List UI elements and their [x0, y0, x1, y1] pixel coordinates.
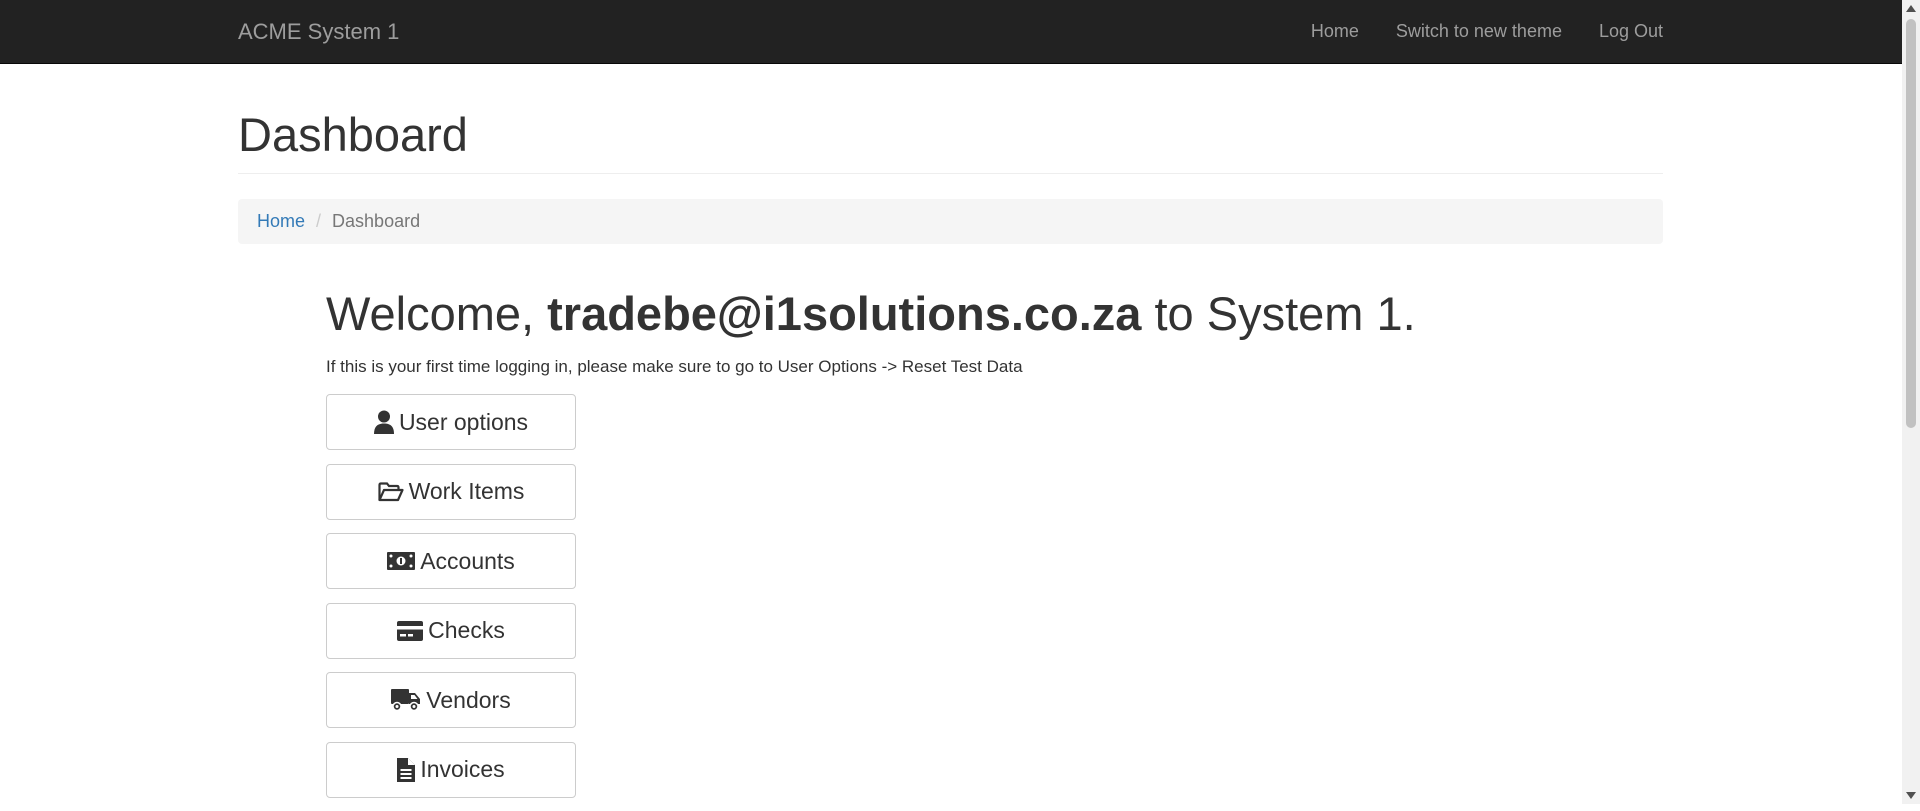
page-title: Dashboard [238, 108, 468, 161]
top-navbar: ACME System 1 Home Switch to new theme L… [0, 0, 1902, 64]
user-options-button[interactable]: User options [326, 394, 576, 450]
breadcrumb: Home / Dashboard [238, 199, 1663, 244]
invoices-button[interactable]: Invoices [326, 741, 576, 798]
brand-link[interactable]: ACME System 1 [238, 0, 399, 63]
user-options-label: User options [398, 408, 529, 435]
title-divider [238, 173, 1663, 174]
scroll-up-arrow-icon[interactable] [1902, 0, 1920, 17]
breadcrumb-home-link[interactable]: Home [257, 211, 305, 232]
vertical-scrollbar[interactable] [1902, 0, 1920, 804]
welcome-user-email: tradebe@i1solutions.co.za [547, 287, 1142, 340]
welcome-prefix: Welcome, [326, 287, 548, 340]
file-text-icon [397, 757, 416, 782]
invoices-label: Invoices [420, 756, 505, 782]
work-items-button[interactable]: Work Items [326, 463, 576, 520]
breadcrumb-separator: / [316, 211, 322, 231]
nav-links: Home Switch to new theme Log Out [1274, 0, 1663, 63]
dashboard-button-list: User options Work Items Accounts Checks … [326, 394, 576, 811]
nav-switch-theme-link[interactable]: Switch to new theme [1359, 0, 1562, 63]
money-bill-icon [387, 552, 416, 570]
breadcrumb-current: Dashboard [332, 211, 421, 231]
scrollbar-thumb[interactable] [1906, 19, 1916, 428]
vendors-label: Vendors [426, 686, 511, 713]
vendors-button[interactable]: Vendors [326, 672, 576, 728]
credit-card-icon [397, 620, 424, 641]
welcome-suffix: to System 1. [1141, 287, 1416, 340]
scroll-down-arrow-icon[interactable] [1902, 787, 1920, 804]
first-login-hint: If this is your first time logging in, p… [326, 357, 1023, 376]
nav-logout-link[interactable]: Log Out [1562, 0, 1663, 63]
accounts-label: Accounts [420, 547, 515, 574]
work-items-label: Work Items [408, 478, 525, 504]
checks-label: Checks [428, 617, 505, 643]
nav-home-link[interactable]: Home [1274, 0, 1359, 63]
user-icon [373, 410, 394, 434]
checks-button[interactable]: Checks [326, 602, 576, 659]
accounts-button[interactable]: Accounts [326, 533, 576, 589]
truck-icon [391, 688, 421, 712]
folder-open-icon [377, 481, 404, 502]
welcome-heading: Welcome, tradebe@i1solutions.co.za to Sy… [326, 288, 1416, 340]
